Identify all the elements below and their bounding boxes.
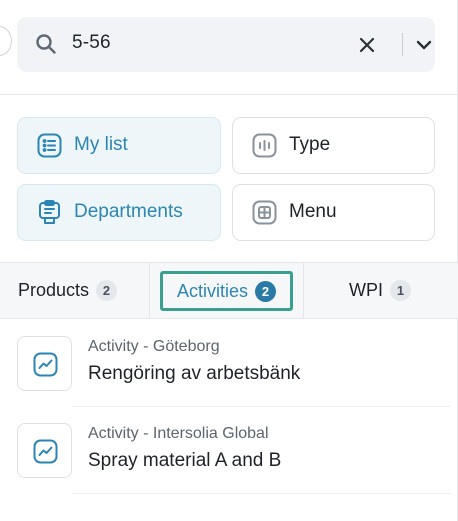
tab-bar: Products 2 Activities 2 WPI 1	[0, 262, 458, 319]
count-badge: 1	[390, 280, 411, 301]
filter-menu[interactable]: Menu	[232, 184, 435, 241]
item-subtitle: Activity - Intersolia Global	[88, 425, 269, 442]
activity-icon-tile	[17, 336, 72, 391]
count-badge: 2	[96, 280, 118, 301]
list-divider	[72, 493, 450, 494]
tab-products[interactable]: Products 2	[18, 263, 118, 318]
tab-label: WPI	[349, 280, 383, 300]
filter-label: Type	[289, 134, 331, 155]
item-title: Spray material A and B	[88, 450, 282, 471]
clipboard-icon	[39, 200, 60, 224]
tab-activities[interactable]: Activities 2	[160, 271, 293, 311]
search-divider	[402, 33, 403, 56]
back-button[interactable]	[0, 26, 12, 56]
grid-plus-icon	[252, 200, 277, 225]
filter-label: Menu	[289, 201, 337, 222]
tab-label: Activities	[176, 280, 248, 301]
chevron-down-icon[interactable]	[412, 34, 436, 56]
search-input[interactable]: 5-56	[72, 32, 111, 54]
filter-departments[interactable]: Departments	[17, 184, 221, 241]
activity-chart-icon	[33, 439, 58, 464]
list-item[interactable]: Activity - Göteborg Rengöring av arbetsb…	[0, 319, 450, 406]
search-field[interactable]: 5-56	[17, 17, 435, 72]
activity-chart-icon	[33, 352, 58, 377]
list-icon	[37, 133, 62, 158]
filter-label: Departments	[74, 201, 183, 222]
item-subtitle: Activity - Göteborg	[88, 338, 220, 355]
audio-wave-icon	[252, 133, 277, 158]
filter-type[interactable]: Type	[232, 117, 435, 174]
search-icon	[36, 34, 56, 54]
clear-icon[interactable]	[356, 34, 378, 56]
activity-icon-tile	[17, 423, 72, 478]
filter-label: My list	[74, 134, 128, 155]
section-divider	[0, 94, 458, 95]
filter-my-list[interactable]: My list	[17, 117, 221, 174]
item-title: Rengöring av arbetsbänk	[88, 363, 301, 384]
tab-wpi[interactable]: WPI 1	[349, 263, 411, 318]
tab-divider	[303, 263, 304, 318]
tab-divider	[149, 263, 150, 318]
tab-label: Products	[18, 280, 90, 300]
count-badge: 2	[255, 280, 276, 302]
list-item[interactable]: Activity - Intersolia Global Spray mater…	[0, 406, 450, 493]
